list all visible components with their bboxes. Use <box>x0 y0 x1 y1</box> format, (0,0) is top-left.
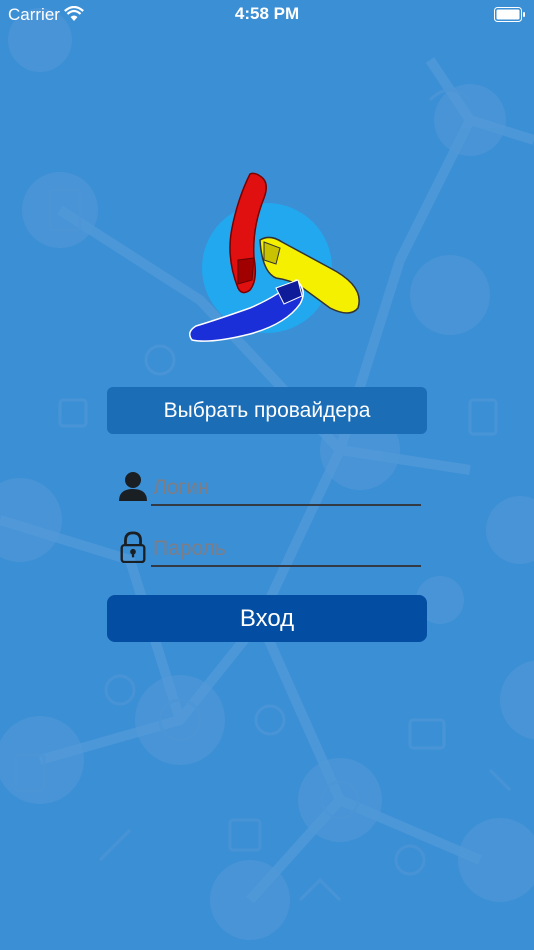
login-field[interactable] <box>151 472 421 506</box>
login-button[interactable]: Вход <box>107 595 427 642</box>
password-field[interactable] <box>151 533 421 567</box>
status-time: 4:58 PM <box>234 4 300 23</box>
battery-icon <box>494 7 525 22</box>
select-provider-button[interactable]: Выбрать провайдера <box>107 387 427 434</box>
app-logo <box>189 172 360 342</box>
lock-icon <box>120 531 146 563</box>
status-bar: Carrier 4:58 PM <box>0 0 534 30</box>
user-icon <box>119 472 147 501</box>
